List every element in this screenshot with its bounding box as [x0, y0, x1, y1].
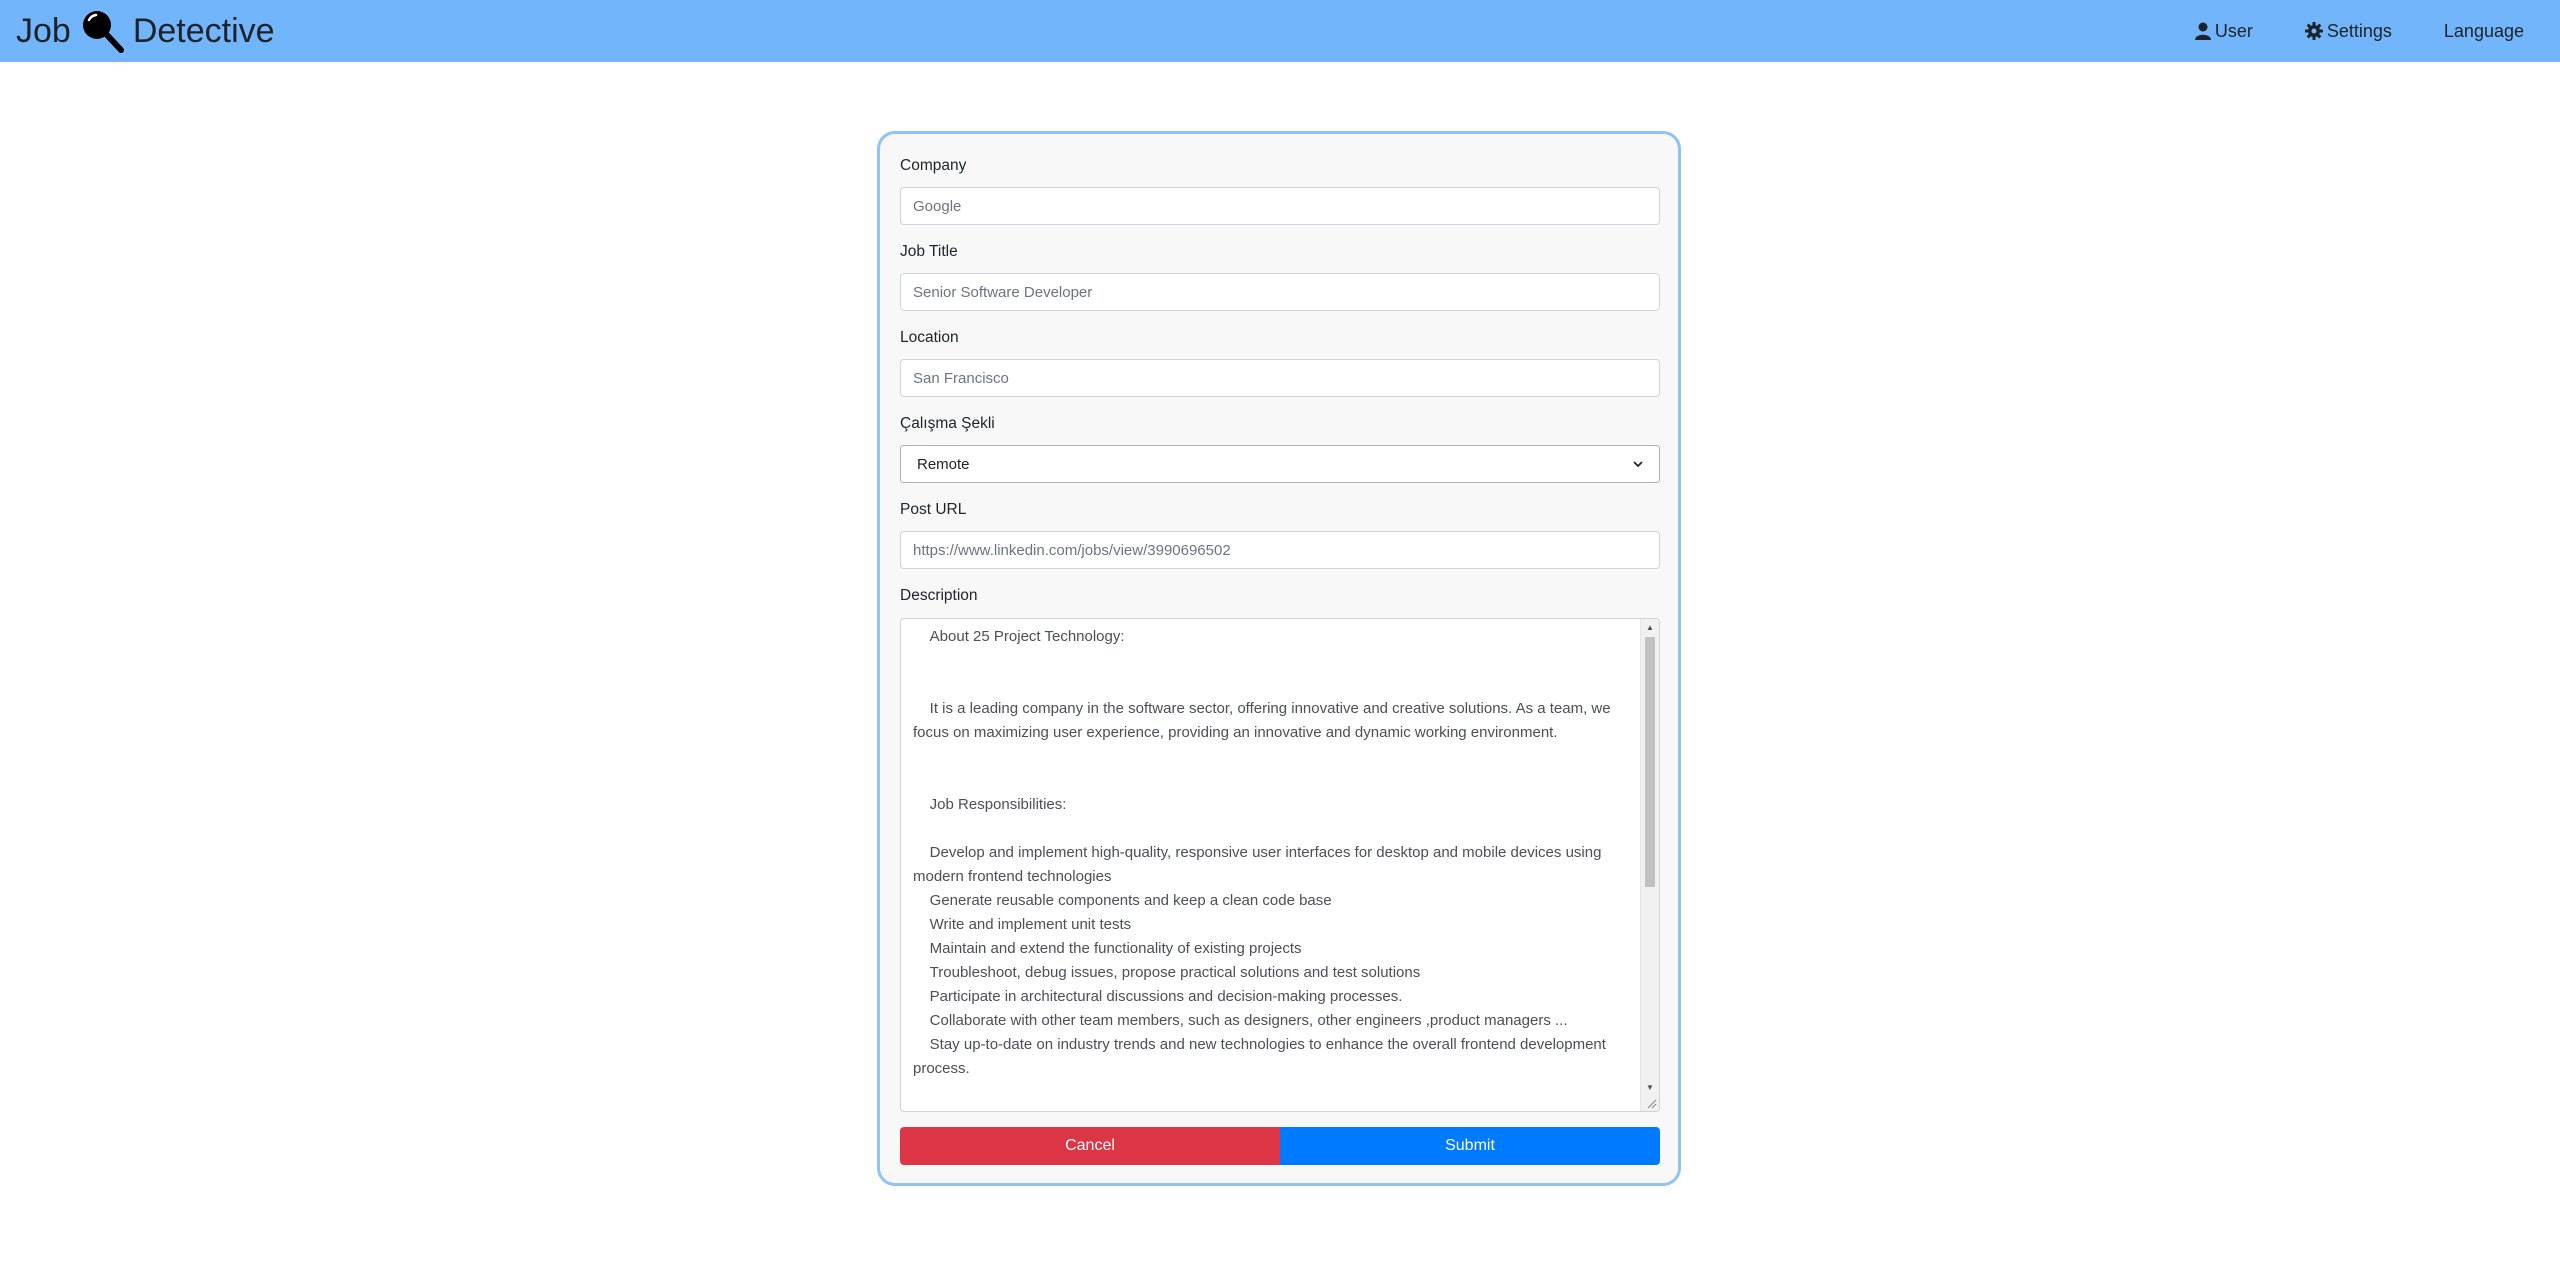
description-text: About 25 Project Technology: It is a lea… [913, 628, 1611, 1077]
post-url-input[interactable] [900, 531, 1660, 569]
magnifier-icon [79, 8, 125, 54]
nav-links: User Settings Language [2143, 0, 2524, 62]
job-title-input[interactable] [900, 273, 1660, 311]
work-type-select[interactable]: Remote [900, 445, 1660, 483]
description-scrollbar[interactable]: ▲ ▼ [1640, 619, 1659, 1111]
job-form-card: Company Job Title Location Çalışma Şekli… [877, 131, 1681, 1186]
gear-icon [2304, 22, 2323, 40]
top-navbar: Job Detective User Settings Language [0, 0, 2560, 62]
nav-language-label: Language [2443, 20, 2524, 41]
work-type-label: Çalışma Şekli [900, 415, 995, 432]
chevron-down-icon [1633, 461, 1643, 468]
company-label: Company [900, 157, 967, 174]
cancel-button[interactable]: Cancel [900, 1127, 1280, 1165]
brand-text-detective: Detective [132, 11, 275, 50]
description-label: Description [900, 587, 978, 604]
nav-language-link[interactable]: Language [2444, 21, 2524, 42]
nav-settings-label: Settings [2326, 20, 2392, 41]
resize-grip-icon[interactable] [1645, 1097, 1657, 1109]
submit-button[interactable]: Submit [1280, 1127, 1660, 1165]
scroll-thumb[interactable] [1645, 637, 1655, 887]
work-type-selected-value: Remote [917, 455, 970, 473]
brand-text-job: Job [16, 11, 71, 50]
post-url-label: Post URL [900, 501, 967, 518]
description-textarea[interactable]: About 25 Project Technology: It is a lea… [900, 618, 1660, 1112]
brand-logo[interactable]: Job Detective [16, 6, 275, 56]
nav-settings-link[interactable]: Settings [2304, 20, 2392, 42]
company-input[interactable] [900, 187, 1660, 225]
scroll-up-icon[interactable]: ▲ [1641, 619, 1659, 635]
nav-user-link[interactable]: User [2194, 20, 2253, 42]
job-title-label: Job Title [900, 243, 958, 260]
location-input[interactable] [900, 359, 1660, 397]
scroll-down-icon[interactable]: ▼ [1641, 1079, 1659, 1095]
location-label: Location [900, 329, 959, 346]
nav-user-label: User [2214, 20, 2253, 41]
user-icon [2194, 22, 2211, 40]
